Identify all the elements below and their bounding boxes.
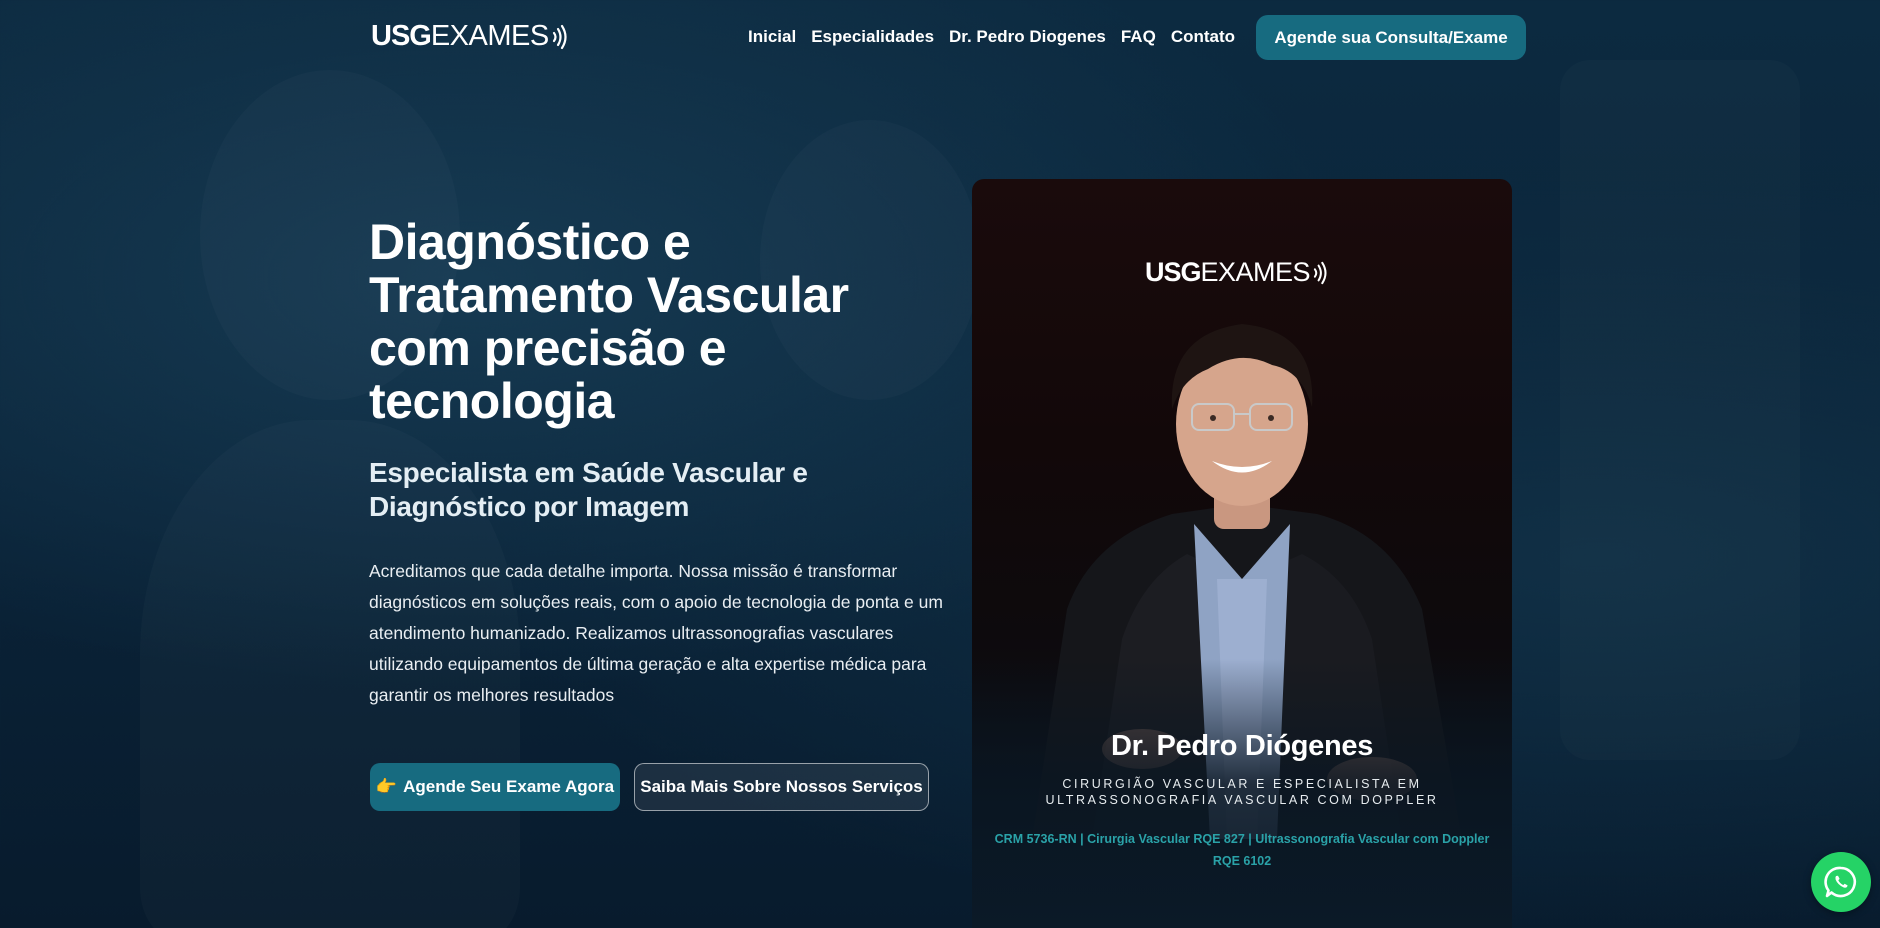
main-nav: Inicial Especialidades Dr. Pedro Diogene… xyxy=(748,27,1235,47)
hero-title: Diagnóstico e Tratamento Vascular com pr… xyxy=(369,214,849,429)
logo-text-light: EXAMES xyxy=(430,20,549,52)
card-logo-text-bold: USG xyxy=(1145,257,1202,287)
doctor-card: USG EXAMES Dr. Pedro Diógenes CIRURGIÃO V… xyxy=(972,179,1512,928)
schedule-exam-button[interactable]: 👉 Agende Seu Exame Agora xyxy=(370,763,620,811)
nav-item-faq[interactable]: FAQ xyxy=(1121,27,1156,47)
site-logo[interactable]: USG EXAMES xyxy=(371,20,567,53)
doctor-role: CIRURGIÃO VASCULAR E ESPECIALISTA EM ULT… xyxy=(1022,776,1462,808)
background-silhouette xyxy=(1560,60,1800,760)
nav-item-inicial[interactable]: Inicial xyxy=(748,27,796,47)
nav-item-especialidades[interactable]: Especialidades xyxy=(811,27,934,47)
pointing-hand-icon: 👉 xyxy=(375,777,398,796)
card-logo-text-light: EXAMES xyxy=(1200,257,1311,287)
site-header: USG EXAMES Inicial Especialidades Dr. Ped… xyxy=(0,0,1880,74)
learn-more-button[interactable]: Saiba Mais Sobre Nossos Serviços xyxy=(634,763,929,811)
card-logo: USG EXAMES xyxy=(1145,257,1327,288)
sound-waves-icon xyxy=(1313,261,1327,284)
doctor-name: Dr. Pedro Diógenes xyxy=(1110,730,1374,762)
schedule-consultation-button[interactable]: Agende sua Consulta/Exame xyxy=(1256,15,1526,60)
schedule-exam-button-label: Agende Seu Exame Agora xyxy=(403,777,615,796)
hero-description: Acreditamos que cada detalhe importa. No… xyxy=(369,561,943,705)
whatsapp-icon xyxy=(1824,866,1857,898)
doctor-credentials: CRM 5736-RN | Cirurgia Vascular RQE 827 … xyxy=(992,828,1492,872)
whatsapp-button[interactable] xyxy=(1811,852,1871,912)
nav-item-contato[interactable]: Contato xyxy=(1171,27,1235,47)
logo-text-bold: USG xyxy=(371,20,432,52)
credentials-line: CRM 5736-RN | Cirurgia Vascular RQE 827 … xyxy=(994,832,1490,846)
sound-waves-icon xyxy=(552,24,567,49)
hero-subtitle: Especialista em Saúde Vascular e Diagnós… xyxy=(369,457,808,522)
nav-item-dr-pedro-diogenes[interactable]: Dr. Pedro Diogenes xyxy=(949,27,1106,47)
doctor-role-line: CIRURGIÃO VASCULAR E ESPECIALISTA EM xyxy=(1062,777,1422,791)
credentials-line: RQE 6102 xyxy=(1212,854,1272,868)
doctor-role-line: ULTRASSONOGRAFIA VASCULAR COM DOPPLER xyxy=(1045,793,1439,807)
